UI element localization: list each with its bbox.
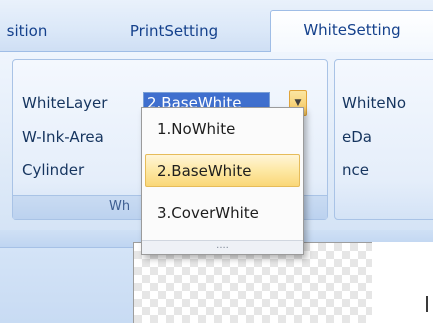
ribbon-tab-strip: sition PrintSetting WhiteSetting xyxy=(0,0,433,53)
w-ink-area-label: W-Ink-Area xyxy=(22,128,104,146)
resize-grip[interactable]: .... xyxy=(142,240,303,254)
cylinder-label: Cylinder xyxy=(22,161,85,179)
white-no-label: WhiteNo xyxy=(342,94,407,112)
white-layer-label: WhiteLayer xyxy=(22,94,108,112)
option-coverwhite[interactable]: 3.CoverWhite xyxy=(145,197,300,230)
canvas-blank-area xyxy=(372,242,433,323)
white-date-label: eDa xyxy=(342,128,372,146)
option-nowhite[interactable]: 1.NoWhite xyxy=(145,113,300,146)
white-layer-dropdown: 1.NoWhite 2.BaseWhite 3.CoverWhite .... xyxy=(141,107,304,255)
option-basewhite[interactable]: 2.BaseWhite xyxy=(145,154,300,187)
tab-position[interactable]: sition xyxy=(0,12,60,52)
tab-printsetting[interactable]: PrintSetting xyxy=(104,12,244,52)
text-cursor-mark xyxy=(426,296,428,312)
tab-whitesetting[interactable]: WhiteSetting xyxy=(270,10,433,53)
white-distance-label: nce xyxy=(342,161,369,179)
